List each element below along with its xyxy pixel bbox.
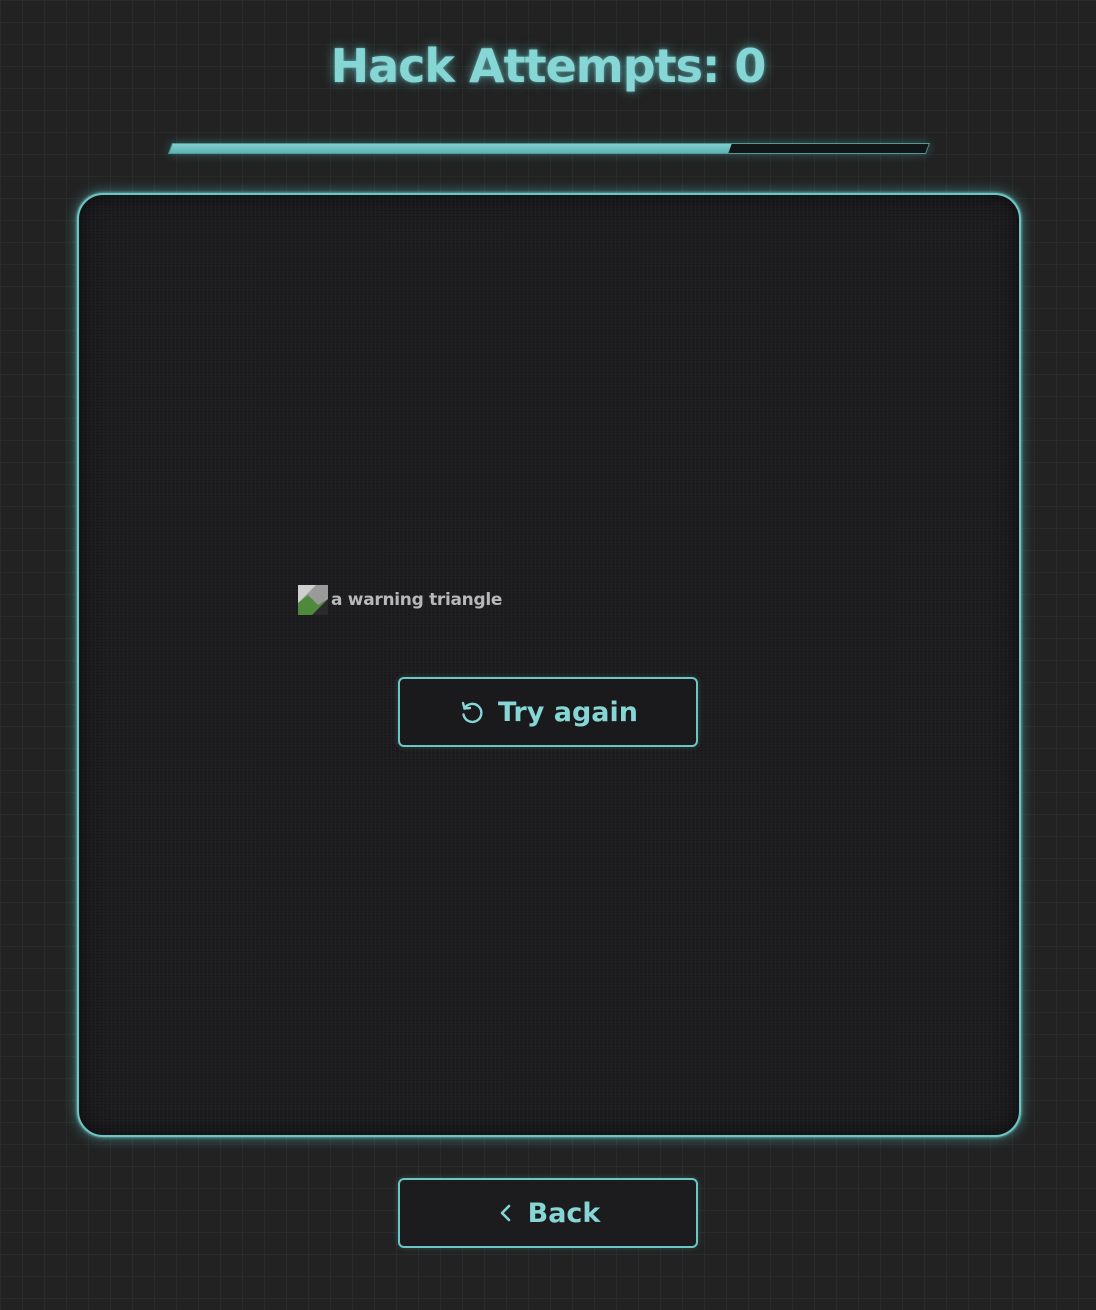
warning-triangle-image: a warning triangle	[298, 584, 502, 616]
back-button[interactable]: Back	[398, 1178, 698, 1248]
try-again-button[interactable]: Try again	[398, 677, 698, 747]
progress-bar-fill	[169, 144, 733, 153]
game-panel	[77, 193, 1021, 1137]
page-title: Hack Attempts: 0	[330, 39, 767, 93]
broken-image-icon	[298, 585, 328, 615]
chevron-left-icon	[496, 1201, 516, 1225]
image-alt-text: a warning triangle	[331, 590, 503, 610]
retry-icon	[458, 698, 486, 726]
progress-bar	[167, 143, 931, 154]
try-again-label: Try again	[497, 696, 638, 728]
back-label: Back	[527, 1197, 601, 1229]
